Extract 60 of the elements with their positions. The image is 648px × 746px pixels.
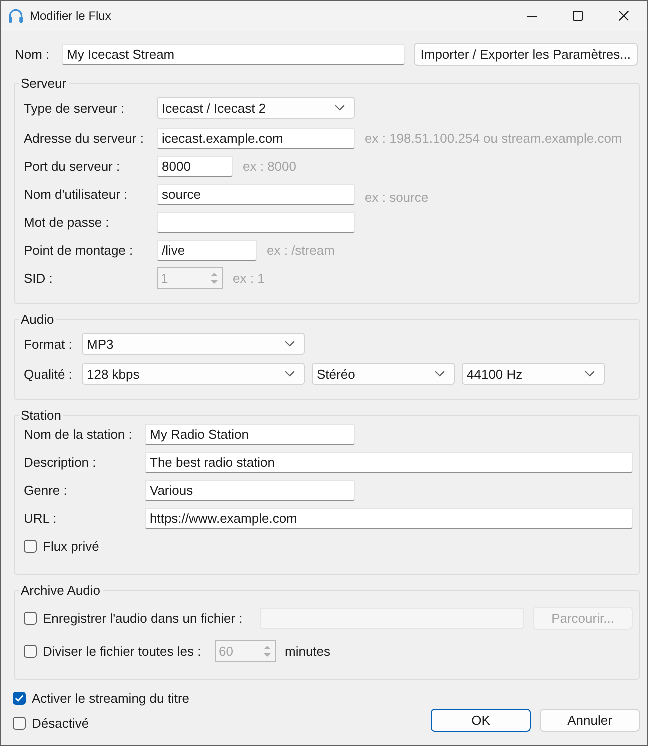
chevron-down-icon bbox=[285, 341, 295, 347]
dropdown[interactable]: 128 kbps bbox=[82, 363, 305, 385]
checkbox-label[interactable]: Activer le streaming du titre bbox=[32, 690, 190, 706]
field-label: Point de montage : bbox=[24, 242, 134, 258]
group-title: Serveur bbox=[20, 76, 68, 91]
text-field[interactable]: My Icecast Stream bbox=[62, 44, 405, 65]
text-field[interactable]: /live bbox=[157, 240, 257, 260]
checkmark-icon bbox=[15, 694, 24, 702]
checkbox[interactable] bbox=[24, 612, 37, 624]
checkbox-label[interactable]: Désactivé bbox=[32, 716, 90, 730]
checkbox-label[interactable]: Enregistrer l'audio dans un fichier : bbox=[43, 610, 243, 626]
checkbox[interactable] bbox=[24, 540, 37, 552]
dialog-button[interactable]: Annuler bbox=[540, 709, 640, 732]
text-field[interactable]: icecast.example.com bbox=[157, 128, 355, 148]
dropdown[interactable]: MP3 bbox=[82, 333, 305, 355]
text-field[interactable]: 8000 bbox=[157, 156, 233, 176]
checkbox-label[interactable]: Flux privé bbox=[43, 538, 100, 554]
hint-text: ex : 8000 bbox=[243, 158, 296, 174]
hint-text: ex : 1 bbox=[233, 270, 265, 286]
chevron-down-icon bbox=[435, 371, 445, 377]
close-icon[interactable] bbox=[619, 11, 629, 21]
chevron-down-icon bbox=[335, 105, 345, 111]
hint-text: ex : source bbox=[365, 190, 429, 204]
field-label: URL : bbox=[24, 511, 58, 526]
field-label: Port du serveur : bbox=[24, 158, 122, 174]
dropdown[interactable]: Stéréo bbox=[312, 363, 455, 385]
maximize-icon[interactable] bbox=[573, 11, 583, 21]
dropdown[interactable]: 44100 Hz bbox=[462, 363, 605, 385]
group-title: Archive Audio bbox=[20, 583, 102, 598]
checkbox[interactable] bbox=[13, 692, 26, 704]
text-field[interactable]: source bbox=[157, 184, 355, 204]
text-field[interactable]: My Radio Station bbox=[145, 424, 355, 445]
field-label: Mot de passe : bbox=[24, 214, 110, 230]
field-label: Description : bbox=[24, 455, 98, 470]
dialog-button[interactable]: OK bbox=[431, 709, 531, 732]
text-field[interactable] bbox=[157, 212, 355, 232]
window-title: Modifier le Flux bbox=[30, 9, 112, 23]
import-export-button[interactable]: Importer / Exporter les Paramètres... bbox=[414, 43, 638, 66]
field-label: Format : bbox=[24, 336, 74, 352]
hint-text: ex : /stream bbox=[267, 242, 335, 258]
field-label: Type de serveur : bbox=[24, 100, 126, 116]
text-field[interactable]: The best radio station bbox=[145, 452, 633, 473]
group-title: Station bbox=[20, 408, 62, 423]
field-label: SID : bbox=[24, 270, 54, 286]
field-label: Genre : bbox=[24, 483, 68, 498]
field-label: Adresse du serveur : bbox=[24, 130, 145, 146]
field-label: Qualité : bbox=[24, 366, 74, 382]
dropdown[interactable]: Icecast / Icecast 2 bbox=[157, 97, 355, 119]
text-field[interactable]: https://www.example.com bbox=[145, 508, 633, 529]
chevron-down-icon bbox=[285, 371, 295, 377]
field-label: Nom : bbox=[14, 47, 51, 62]
chevron-down-icon bbox=[585, 371, 595, 377]
hint-text: ex : 198.51.100.254 ou stream.example.com bbox=[365, 130, 622, 146]
group-title: Audio bbox=[20, 312, 56, 327]
field-label: Nom d'utilisateur : bbox=[24, 186, 129, 202]
field-label: Nom de la station : bbox=[24, 427, 134, 442]
text-field[interactable]: Various bbox=[145, 480, 355, 501]
headphones-icon bbox=[8, 8, 24, 24]
checkbox[interactable] bbox=[13, 716, 26, 730]
unit-label: minutes bbox=[285, 644, 331, 658]
